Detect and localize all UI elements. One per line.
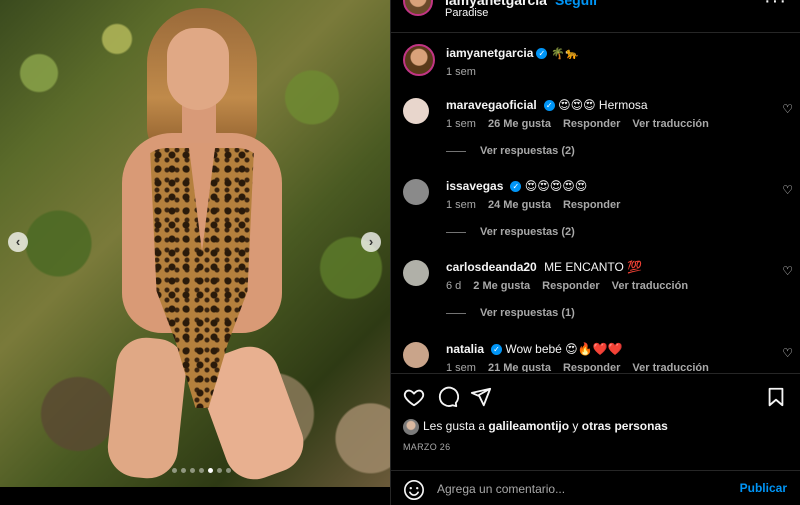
post-comment-button[interactable]: Publicar [740,481,787,495]
carousel-dot [208,468,213,473]
caption-time[interactable]: 1 sem [446,66,476,78]
emoji-icon[interactable] [403,479,425,501]
commenter-avatar[interactable] [403,260,429,286]
verified-icon: ✓ [536,48,548,60]
comment-likes[interactable]: 2 Me gusta [473,280,530,292]
carousel-dot [172,468,177,473]
commenter-username[interactable]: natalia [446,342,484,356]
carousel-prev-button[interactable]: ‹ [8,232,28,252]
post-photo[interactable]: ‹ › [0,0,390,487]
reply-button[interactable]: Responder [563,199,620,211]
caption-avatar[interactable] [403,44,435,76]
reply-button[interactable]: Responder [542,280,599,292]
translate-button[interactable]: Ver traducción [632,362,708,372]
carousel-dot [217,468,222,473]
commenter-username[interactable]: carlosdeanda20 [446,260,537,274]
comment-time[interactable]: 1 sem [446,118,476,130]
verified-icon: ✓ [491,344,503,356]
comment-time[interactable]: 1 sem [446,362,476,372]
post-header: iamyanetgarcia Seguir Paradise ··· [391,0,800,33]
translate-button[interactable]: Ver traducción [632,118,708,130]
comment-text: Wow bebé 😍🔥❤️❤️ [505,342,623,356]
carousel-next-button[interactable]: › [361,232,381,252]
heart-icon[interactable] [403,386,425,408]
carousel-dot [190,468,195,473]
more-icon[interactable]: ··· [764,0,787,13]
carousel-dots [172,468,231,473]
save-icon[interactable] [765,386,787,408]
caption-username[interactable]: iamyanetgarcia [446,46,533,60]
carousel-dot [181,468,186,473]
likes-summary[interactable]: Les gusta a galileamontijo y otras perso… [403,419,668,435]
follow-button[interactable]: Seguir [555,0,599,8]
carousel-dot [226,468,231,473]
commenter-username[interactable]: issavegas [446,179,503,193]
comment-item: natalia ✓ Wow bebé 😍🔥❤️❤️ 1 sem 21 Me gust… [403,342,793,372]
heart-icon[interactable]: ♡ [782,183,793,197]
caption-text: 🌴🐆 [551,48,579,60]
comment-icon[interactable] [437,386,459,408]
comment-item: carlosdeanda20 ME ENCANTO 💯 6 d 2 Me gust… [403,260,793,340]
commenter-username[interactable]: maravegaoficial [446,98,537,112]
comment-input[interactable] [437,479,717,499]
verified-icon: ✓ [543,100,555,112]
author-avatar[interactable] [403,0,433,16]
translate-button[interactable]: Ver traducción [612,280,688,292]
reply-button[interactable]: Responder [563,362,620,372]
comment-time[interactable]: 1 sem [446,199,476,211]
comment-likes[interactable]: 21 Me gusta [488,362,551,372]
comment-composer: Publicar [391,470,800,505]
post-actions: Les gusta a galileamontijo y otras perso… [391,373,800,505]
view-replies-button[interactable]: Ver respuestas (2) [446,226,575,238]
comments-list[interactable]: iamyanetgarcia ✓ 🌴🐆 1 sem maravegaoficial ✓… [391,34,800,372]
comment-likes[interactable]: 26 Me gusta [488,118,551,130]
carousel-dot [199,468,204,473]
photo-subject [104,8,312,487]
heart-icon[interactable]: ♡ [782,264,793,278]
comment-text: ME ENCANTO 💯 [544,260,643,274]
post-side-panel: iamyanetgarcia Seguir Paradise ··· iamya… [390,0,800,505]
commenter-avatar[interactable] [403,179,429,205]
comment-item: maravegaoficial ✓ 😍😍😍 Hermosa 1 sem 26 Me … [403,98,793,178]
view-replies-button[interactable]: Ver respuestas (1) [446,307,575,319]
heart-icon[interactable]: ♡ [782,102,793,116]
heart-icon[interactable]: ♡ [782,346,793,360]
reply-button[interactable]: Responder [563,118,620,130]
comment-text: 😍😍😍 Hermosa [558,98,648,112]
comment-time[interactable]: 6 d [446,280,461,292]
commenter-avatar[interactable] [403,342,429,368]
view-replies-button[interactable]: Ver respuestas (2) [446,145,575,157]
comment-item: issavegas ✓ 😍😍😍😍😍 1 sem 24 Me gusta Respond… [403,179,793,259]
liker-avatar [403,419,419,435]
comment-text: 😍😍😍😍😍 [524,179,588,193]
verified-icon: ✓ [510,181,522,193]
share-icon[interactable] [470,386,492,408]
post-location[interactable]: Paradise [445,7,488,19]
comment-likes[interactable]: 24 Me gusta [488,199,551,211]
commenter-avatar[interactable] [403,98,429,124]
post-date[interactable]: MARZO 26 [403,442,450,452]
